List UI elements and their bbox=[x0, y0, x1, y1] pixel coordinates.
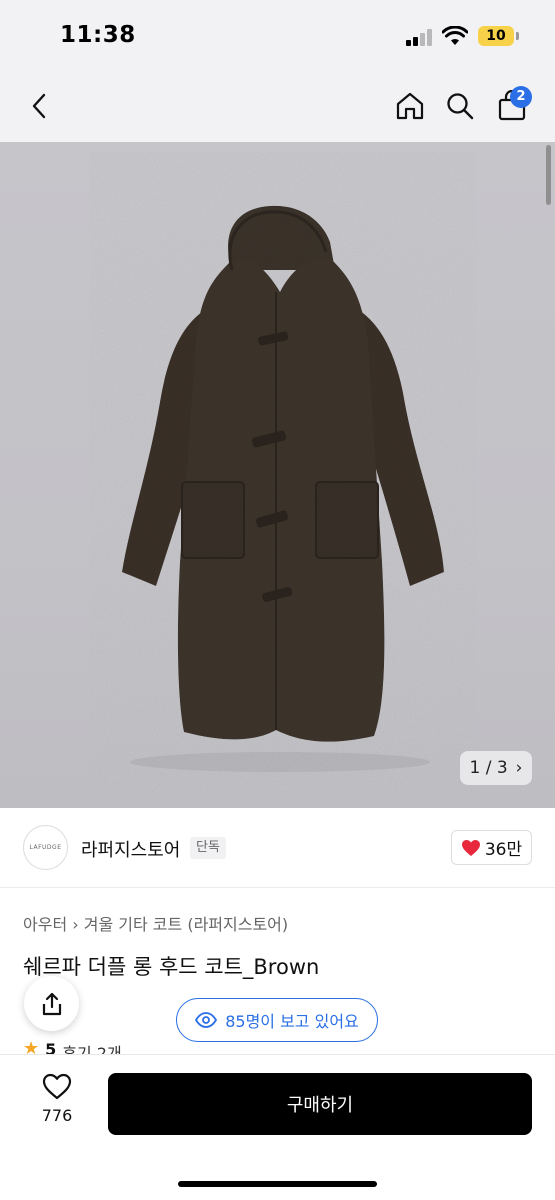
seller-name[interactable]: 라퍼지스토어 bbox=[81, 836, 180, 862]
home-icon bbox=[396, 92, 424, 120]
wishlist-button[interactable]: 776 bbox=[32, 1073, 82, 1133]
back-button[interactable] bbox=[20, 86, 60, 126]
heart-filled-icon bbox=[461, 839, 480, 856]
nav-bar bbox=[0, 72, 555, 142]
store-like-button[interactable]: 36만 bbox=[451, 830, 532, 865]
breadcrumb-item[interactable]: (라퍼지스토어) bbox=[187, 915, 288, 934]
exclusive-tag: 단독 bbox=[190, 837, 226, 859]
cart-count-badge: 2 bbox=[510, 86, 532, 108]
image-counter[interactable]: 1 / 3 › bbox=[460, 751, 532, 785]
product-image[interactable] bbox=[0, 142, 555, 808]
wishlist-count: 776 bbox=[41, 1106, 73, 1125]
home-indicator[interactable] bbox=[178, 1181, 377, 1187]
home-button[interactable] bbox=[390, 86, 430, 126]
breadcrumb-separator-icon: › bbox=[72, 915, 84, 934]
search-icon bbox=[447, 93, 474, 120]
share-button[interactable] bbox=[24, 976, 79, 1031]
hooded-coat-image bbox=[122, 205, 444, 772]
status-time: 11:38 bbox=[60, 22, 136, 48]
status-bar: 11:38 10 bbox=[0, 0, 555, 72]
breadcrumb-item[interactable]: 아우터 bbox=[23, 915, 67, 934]
wifi-icon bbox=[442, 26, 468, 45]
share-icon bbox=[42, 992, 61, 1015]
breadcrumb-item[interactable]: 겨울 기타 코트 bbox=[84, 915, 183, 934]
page-scrollbar[interactable] bbox=[546, 145, 551, 205]
viewers-text: 85명이 보고 있어요 bbox=[225, 1012, 359, 1031]
cellular-signal-icon bbox=[406, 28, 434, 46]
heart-outline-icon bbox=[42, 1073, 72, 1100]
bottom-bar: 776 구매하기 bbox=[0, 1054, 555, 1200]
product-title: 쉐르파 더플 롱 후드 코트_Brown bbox=[23, 955, 320, 979]
store-like-count: 36만 bbox=[484, 840, 523, 860]
chevron-left-icon bbox=[32, 93, 46, 119]
breadcrumb: 아우터 › 겨울 기타 코트 (라퍼지스토어) bbox=[23, 911, 288, 935]
viewers-badge: 85명이 보고 있어요 bbox=[176, 998, 378, 1042]
search-button[interactable] bbox=[440, 86, 480, 126]
seller-row: LAFUDGE 라퍼지스토어 단독 36만 bbox=[0, 808, 555, 888]
image-counter-text: 1 / 3 bbox=[469, 758, 508, 778]
eye-icon bbox=[195, 1012, 218, 1028]
chevron-right-icon: › bbox=[515, 758, 523, 778]
battery-tip bbox=[516, 32, 519, 40]
buy-button[interactable]: 구매하기 bbox=[108, 1073, 532, 1135]
seller-logo[interactable]: LAFUDGE bbox=[23, 825, 68, 870]
battery-icon: 10 bbox=[478, 26, 514, 46]
